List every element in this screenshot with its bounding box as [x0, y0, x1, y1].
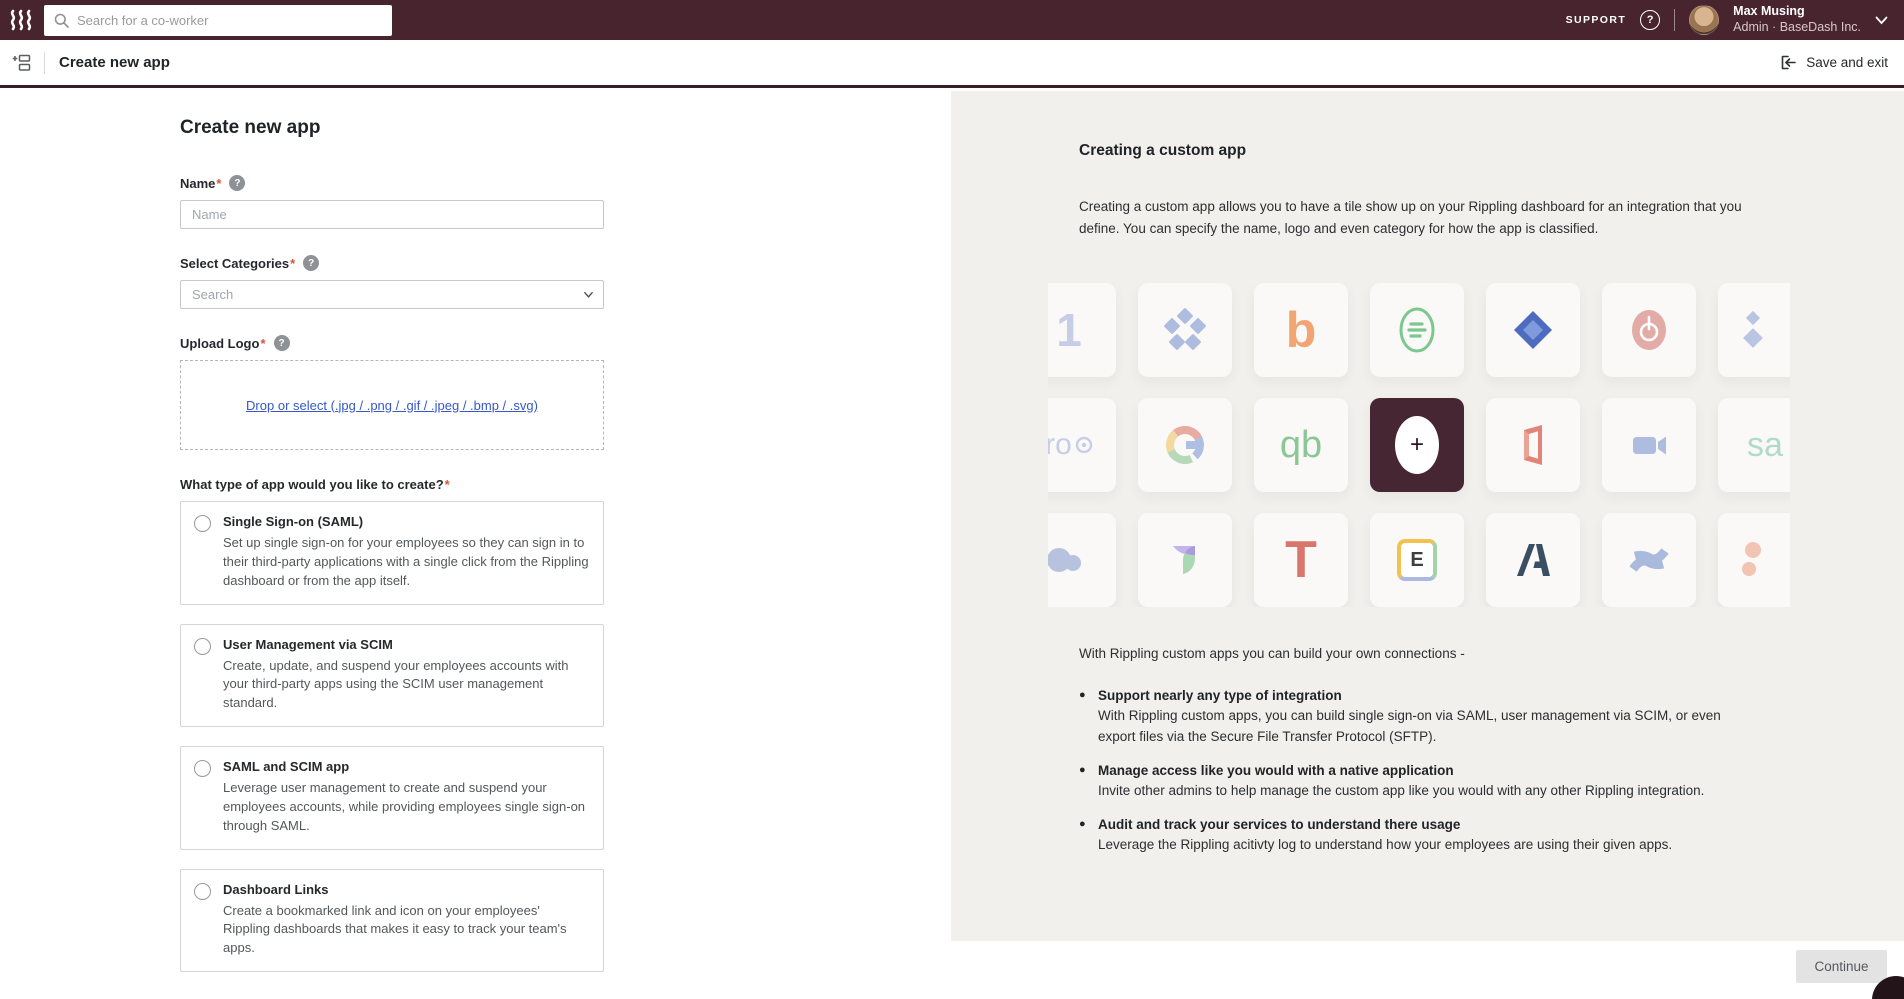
coworker-search-box[interactable]: [44, 5, 392, 36]
logo-dropzone[interactable]: Drop or select (.jpg / .png / .gif / .jp…: [180, 360, 604, 450]
option-single-sign-on[interactable]: Single Sign-on (SAML) Set up single sign…: [180, 501, 604, 605]
tile-google-g-icon: [1138, 398, 1232, 492]
benefits-list: ● Support nearly any type of integration…: [1079, 688, 1751, 871]
bullet-dot: ●: [1079, 818, 1086, 830]
benefit-item: ● Manage access like you would with a na…: [1079, 763, 1751, 802]
benefit-item: ● Audit and track your services to under…: [1079, 817, 1751, 856]
tile-leaf-icon: [1138, 513, 1232, 607]
categories-label: Select Categories*: [180, 256, 295, 271]
tile-numeral-logo-icon: 1: [1048, 283, 1116, 377]
name-field-group: Name* ?: [180, 175, 604, 229]
radio-button[interactable]: [194, 515, 211, 532]
upload-logo-label: Upload Logo*: [180, 336, 266, 351]
option-title: User Management via SCIM: [223, 637, 589, 652]
user-menu[interactable]: Max Musing Admin · BaseDash Inc.: [1733, 4, 1861, 35]
tile-confluence-waves-icon: [1602, 513, 1696, 607]
dropzone-link[interactable]: Drop or select (.jpg / .png / .gif / .jp…: [246, 398, 538, 413]
aside-heading: Creating a custom app: [1079, 142, 1246, 160]
save-and-exit-label: Save and exit: [1806, 55, 1888, 70]
name-input[interactable]: [180, 200, 604, 229]
tile-diamonds-icon: [1718, 283, 1790, 377]
user-name: Max Musing: [1733, 4, 1861, 20]
benefit-description: Invite other admins to help manage the c…: [1098, 781, 1751, 802]
user-avatar[interactable]: [1689, 5, 1719, 35]
required-asterisk: *: [290, 256, 295, 271]
save-and-exit-button[interactable]: Save and exit: [1779, 54, 1888, 71]
tile-letter-b-icon: b: [1254, 283, 1348, 377]
radio-button[interactable]: [194, 638, 211, 655]
app-type-question: What type of app would you like to creat…: [180, 477, 450, 492]
benefit-description: Leverage the Rippling acitivty log to un…: [1098, 835, 1751, 856]
tile-e-card-icon: E: [1370, 513, 1464, 607]
radio-button[interactable]: [194, 760, 211, 777]
option-title: Single Sign-on (SAML): [223, 514, 589, 529]
tile-letter-t-icon: T: [1254, 513, 1348, 607]
rippling-logo-icon[interactable]: [9, 9, 35, 31]
bullet-dot: ●: [1079, 764, 1086, 776]
tile-quickbooks-icon: qb: [1254, 398, 1348, 492]
radio-button[interactable]: [194, 883, 211, 900]
categories-select[interactable]: [180, 280, 604, 309]
upload-help-icon[interactable]: ?: [274, 335, 290, 351]
task-list-plus-icon[interactable]: [12, 53, 32, 73]
option-description: Create, update, and suspend your employe…: [223, 657, 589, 714]
tile-custom-app-plus-icon: +: [1370, 398, 1464, 492]
upload-logo-group: Upload Logo* ? Drop or select (.jpg / .p…: [180, 335, 604, 450]
form-heading: Create new app: [180, 117, 604, 139]
support-link[interactable]: SUPPORT: [1566, 14, 1627, 26]
tile-peach-dots-icon: [1718, 513, 1790, 607]
tile-sa-text-icon: sa: [1718, 398, 1790, 492]
tile-green-oval-lines-icon: [1370, 283, 1464, 377]
topbar-right-cluster: SUPPORT ? Max Musing Admin · BaseDash In…: [1566, 4, 1904, 35]
benefit-title: Audit and track your services to underst…: [1098, 817, 1751, 832]
benefit-item: ● Support nearly any type of integration…: [1079, 688, 1751, 748]
option-title: Dashboard Links: [223, 882, 589, 897]
required-asterisk: *: [216, 176, 221, 191]
name-label: Name*: [180, 176, 221, 191]
bullet-dot: ●: [1079, 689, 1086, 701]
option-saml-and-scim[interactable]: SAML and SCIM app Leverage user manageme…: [180, 746, 604, 850]
name-help-icon[interactable]: ?: [229, 175, 245, 191]
tile-cloud-blob-icon: [1048, 513, 1116, 607]
header-divider: [44, 52, 45, 74]
option-description: Create a bookmarked link and icon on you…: [223, 902, 589, 959]
topbar-divider: [1674, 9, 1675, 31]
tile-jira-diamond-icon: [1486, 283, 1580, 377]
option-title: SAML and SCIM app: [223, 759, 589, 774]
categories-field-group: Select Categories* ?: [180, 255, 604, 309]
required-asterisk: *: [260, 336, 265, 351]
option-description: Set up single sign-on for your employees…: [223, 534, 589, 591]
connections-line: With Rippling custom apps you can build …: [1079, 646, 1465, 661]
search-icon: [54, 13, 69, 28]
tile-office-icon: [1486, 398, 1580, 492]
option-user-management-scim[interactable]: User Management via SCIM Create, update,…: [180, 624, 604, 728]
page: SUPPORT ? Max Musing Admin · BaseDash In…: [0, 0, 1904, 999]
tile-ro-target-icon: ro: [1048, 398, 1116, 492]
benefit-title: Support nearly any type of integration: [1098, 688, 1751, 703]
categories-search-input[interactable]: [180, 280, 604, 309]
app-tile-grid: 1 b: [1048, 283, 1790, 607]
page-header: Create new app Save and exit: [0, 40, 1904, 88]
required-asterisk: *: [445, 477, 450, 492]
exit-icon: [1779, 54, 1797, 71]
top-navigation-bar: SUPPORT ? Max Musing Admin · BaseDash In…: [0, 0, 1904, 40]
tile-letter-a-icon: [1486, 513, 1580, 607]
benefit-title: Manage access like you would with a nati…: [1098, 763, 1751, 778]
user-role: Admin · BaseDash Inc.: [1733, 20, 1861, 36]
tile-power-button-icon: [1602, 283, 1696, 377]
benefit-description: With Rippling custom apps, you can build…: [1098, 706, 1751, 748]
create-app-form: Create new app Name* ? Select Categories…: [180, 117, 604, 991]
tile-video-camera-icon: [1602, 398, 1696, 492]
aside-intro: Creating a custom app allows you to have…: [1079, 196, 1755, 239]
help-icon[interactable]: ?: [1640, 10, 1660, 30]
option-description: Leverage user management to create and s…: [223, 779, 589, 836]
tile-pentagon-star-icon: [1138, 283, 1232, 377]
chevron-down-icon[interactable]: [1875, 16, 1888, 25]
continue-button[interactable]: Continue: [1796, 950, 1887, 983]
option-dashboard-links[interactable]: Dashboard Links Create a bookmarked link…: [180, 869, 604, 973]
categories-help-icon[interactable]: ?: [303, 255, 319, 271]
search-input[interactable]: [77, 13, 382, 28]
page-title: Create new app: [59, 54, 170, 71]
